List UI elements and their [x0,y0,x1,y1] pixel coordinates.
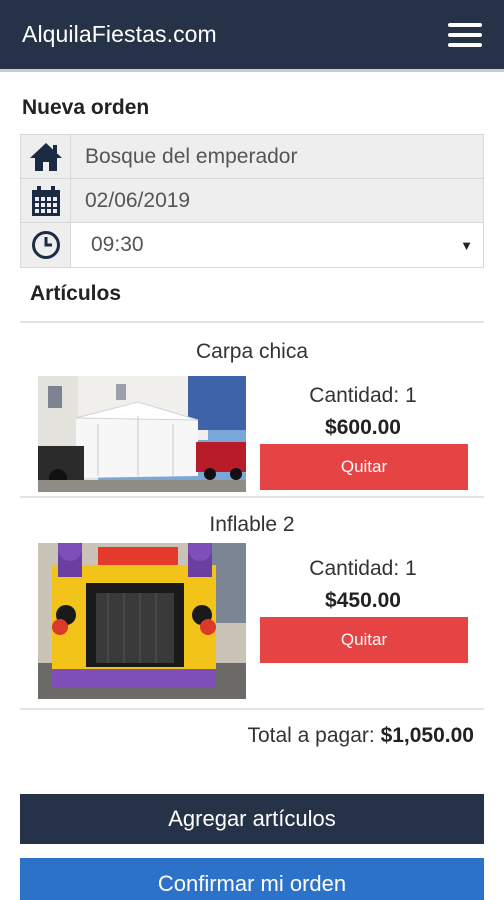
time-row: 09:30 ▼ [21,223,483,267]
brand-logo[interactable]: AlquilaFiestas.com [22,21,217,48]
order-form: Bosque del emperador 02/06/2019 09:30 ▼ [20,134,484,268]
item-name: Carpa chica [195,340,309,363]
item-price: $600.00 [325,416,401,439]
bounce-house-image [38,543,246,699]
remove-item-button[interactable]: Quitar [260,617,468,663]
order-total: Total a pagar: $1,050.00 [247,724,474,748]
hamburger-menu-icon[interactable] [448,22,482,47]
clock-icon [21,223,71,267]
divider [20,708,484,710]
item-price: $450.00 [325,589,401,612]
home-icon [21,135,71,178]
item-quantity: Cantidad: 1 [309,384,417,407]
articles-title: Artículos [30,282,122,305]
confirm-order-button[interactable]: Confirmar mi orden [20,858,484,900]
tent-image [38,376,246,492]
item-name: Inflable 2 [209,513,295,536]
total-value: $1,050.00 [380,724,474,747]
location-field: Bosque del emperador [71,135,483,178]
remove-item-button[interactable]: Quitar [260,444,468,490]
divider [20,321,484,323]
top-navbar: AlquilaFiestas.com [0,0,504,72]
page-title: Nueva orden [22,96,150,119]
chevron-down-icon: ▼ [460,237,473,253]
list-item: Inflable 2 Cantidad: 1 $450.00 Quitar [20,503,484,699]
time-select-value: 09:30 [91,233,144,256]
date-row: 02/06/2019 [21,179,483,223]
location-row: Bosque del emperador [21,135,483,179]
time-select[interactable]: 09:30 ▼ [71,223,483,267]
list-item: Carpa chica Cantidad: 1 $600.00 Quitar [20,330,484,500]
date-field: 02/06/2019 [71,179,483,222]
divider [20,496,484,498]
total-label: Total a pagar: [247,724,375,747]
add-articles-button[interactable]: Agregar artículos [20,794,484,844]
item-quantity: Cantidad: 1 [309,557,417,580]
calendar-icon [21,179,71,222]
